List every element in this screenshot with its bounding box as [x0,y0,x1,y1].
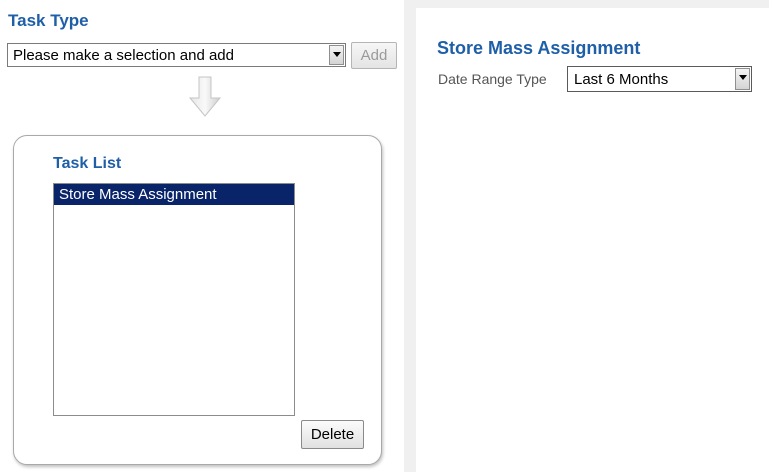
task-type-select-value: Please make a selection and add [13,47,234,64]
task-list-title: Task List [53,155,122,172]
store-mass-assignment-title: Store Mass Assignment [437,38,641,58]
chevron-down-icon[interactable] [735,68,750,90]
date-range-type-label: Date Range Type [438,71,547,87]
add-button[interactable]: Add [351,42,397,69]
chevron-down-icon[interactable] [329,45,344,65]
down-arrow-icon [188,76,222,117]
task-list-box[interactable]: Store Mass Assignment [53,183,295,416]
task-type-select[interactable]: Please make a selection and add [7,43,346,67]
right-frame: Store Mass Assignment Date Range Type La… [404,0,769,472]
task-list-panel: Task List Store Mass Assignment Delete [13,135,382,465]
date-range-type-select[interactable]: Last 6 Months [567,66,752,92]
store-mass-assignment-panel: Store Mass Assignment Date Range Type La… [416,8,769,472]
list-item[interactable]: Store Mass Assignment [54,184,294,205]
delete-button[interactable]: Delete [301,420,364,449]
date-range-select-value: Last 6 Months [574,71,669,88]
task-type-title: Task Type [8,11,89,30]
